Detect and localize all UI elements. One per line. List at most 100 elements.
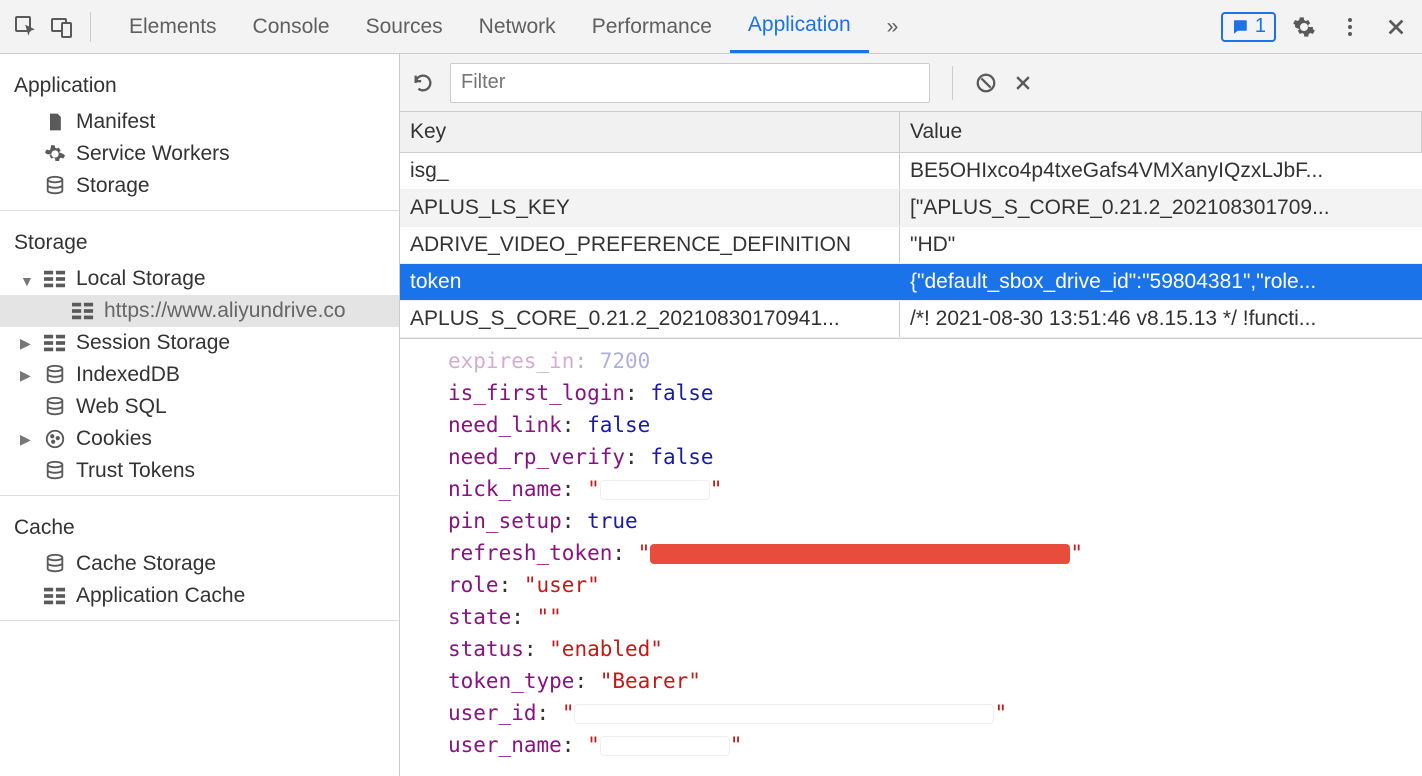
database-icon	[44, 460, 66, 482]
sidebar-item-label: Cookies	[76, 427, 152, 451]
expand-icon[interactable]: ▶	[20, 431, 34, 448]
sidebar-item[interactable]: Service Workers	[0, 138, 399, 170]
content: Key Value isg_BE5OHIxco4p4txeGafs4VMXany…	[400, 54, 1422, 776]
grid-icon	[44, 585, 66, 607]
cookie-icon	[44, 428, 66, 450]
cell-key: APLUS_S_CORE_0.21.2_2021083017094​1...	[400, 301, 900, 337]
cell-key: APLUS_LS_KEY	[400, 190, 900, 226]
value-detail: expires_in: 7200is_first_login: falsenee…	[400, 338, 1422, 776]
expand-icon[interactable]: ▶	[20, 335, 34, 352]
main: Application Manifest Service Workers Storag…	[0, 54, 1422, 776]
sidebar-item-label: Manifest	[76, 110, 155, 134]
database-icon	[44, 364, 66, 386]
clear-all-icon[interactable]	[975, 72, 997, 94]
storage-table: Key Value isg_BE5OHIxco4p4txeGafs4VMXany…	[400, 112, 1422, 338]
tab-elements[interactable]: Elements	[111, 0, 235, 53]
gear-icon	[44, 143, 66, 165]
tab-console[interactable]: Console	[235, 0, 348, 53]
cell-value: ["APLUS_S_CORE_0.21.2_202108301709...	[900, 190, 1422, 226]
topbar-right: 1	[1221, 9, 1414, 45]
cell-value: /*! 2021-08-30 13:51:46 v8.15.13 */ !fun…	[900, 301, 1422, 337]
sidebar-item-label: https://www.aliyundrive.co	[104, 299, 346, 323]
col-key[interactable]: Key	[400, 112, 900, 152]
database-icon	[44, 396, 66, 418]
detail-line: is_first_login: false	[448, 377, 1422, 409]
sidebar-item[interactable]: https://www.aliyundrive.co	[0, 295, 399, 327]
sidebar-group-title: Application	[0, 66, 399, 106]
kebab-icon[interactable]	[1332, 9, 1368, 45]
detail-line: need_link: false	[448, 409, 1422, 441]
grid-icon	[44, 268, 66, 290]
sidebar-group-title: Cache	[0, 508, 399, 548]
sidebar-item[interactable]: Application Cache	[0, 580, 399, 612]
sidebar-item[interactable]: ▶IndexedDB	[0, 359, 399, 391]
col-value[interactable]: Value	[900, 112, 1422, 152]
cell-key: token	[400, 264, 900, 300]
sidebar-item[interactable]: ▶ Session Storage	[0, 327, 399, 359]
device-toggle-icon[interactable]	[44, 9, 80, 45]
inspect-icon[interactable]	[8, 9, 44, 45]
grid-icon	[44, 332, 66, 354]
delete-icon[interactable]	[1013, 73, 1033, 93]
issues-badge[interactable]: 1	[1221, 12, 1276, 42]
table-row[interactable]: isg_BE5OHIxco4p4txeGafs4VMXanyIQzxLJbF..…	[400, 153, 1422, 190]
detail-line: state: ""	[448, 601, 1422, 633]
detail-line: role: "user"	[448, 569, 1422, 601]
expand-icon[interactable]: ▼	[20, 273, 34, 289]
separator	[952, 66, 953, 100]
detail-line: user_name: ""	[448, 729, 1422, 761]
sidebar-item[interactable]: Manifest	[0, 106, 399, 138]
sidebar-item[interactable]: ▶ Cookies	[0, 423, 399, 455]
storage-toolbar	[400, 54, 1422, 112]
cell-value: BE5OHIxco4p4txeGafs4VMXanyIQzxLJbF...	[900, 153, 1422, 189]
cell-value: "HD"	[900, 227, 1422, 263]
issues-count: 1	[1255, 15, 1266, 38]
detail-line: refresh_token: ""	[448, 537, 1422, 569]
settings-icon[interactable]	[1286, 9, 1322, 45]
cell-key: isg_	[400, 153, 900, 189]
database-icon	[44, 175, 66, 197]
tab-overflow[interactable]: »	[869, 0, 917, 53]
refresh-icon[interactable]	[412, 72, 434, 94]
detail-line: token_type: "Bearer"	[448, 665, 1422, 697]
expand-icon[interactable]: ▶	[20, 367, 34, 384]
sidebar-item[interactable]: ▼ Local Storage	[0, 263, 399, 295]
cell-key: ADRIVE_VIDEO_PREFERENCE_DEFINITION	[400, 227, 900, 263]
detail-line: nick_name: ""	[448, 473, 1422, 505]
tab-performance[interactable]: Performance	[574, 0, 730, 53]
sidebar-item-label: Web SQL	[76, 395, 167, 419]
sidebar-item[interactable]: Web SQL	[0, 391, 399, 423]
table-row[interactable]: ADRIVE_VIDEO_PREFERENCE_DEFINITION"HD"	[400, 227, 1422, 264]
table-row[interactable]: token{"default_sbox_drive_id":"59804381"…	[400, 264, 1422, 301]
tab-network[interactable]: Network	[461, 0, 574, 53]
close-icon[interactable]	[1378, 9, 1414, 45]
filter-input[interactable]	[450, 63, 930, 103]
sidebar-item-label: Service Workers	[76, 142, 230, 166]
document-icon	[44, 111, 66, 133]
sidebar-item-label: Cache Storage	[76, 552, 216, 576]
sidebar-item[interactable]: Trust Tokens	[0, 455, 399, 487]
sidebar-item-label: Storage	[76, 174, 150, 198]
table-row[interactable]: APLUS_S_CORE_0.21.2_2021083017094​1.../*…	[400, 301, 1422, 338]
devtools-tabs: Elements Console Sources Network Perform…	[111, 0, 1221, 53]
sidebar-item[interactable]: Cache Storage	[0, 548, 399, 580]
sidebar-item-label: Local Storage	[76, 267, 206, 291]
sidebar-item-label: Session Storage	[76, 331, 230, 355]
detail-line: expires_in: 7200	[448, 345, 1422, 377]
separator	[90, 12, 91, 42]
sidebar: Application Manifest Service Workers Storag…	[0, 54, 400, 776]
detail-line: pin_setup: true	[448, 505, 1422, 537]
database-icon	[44, 553, 66, 575]
tab-application[interactable]: Application	[730, 0, 869, 53]
grid-icon	[72, 300, 94, 322]
table-header: Key Value	[400, 112, 1422, 153]
detail-line: status: "enabled"	[448, 633, 1422, 665]
tab-sources[interactable]: Sources	[348, 0, 461, 53]
cell-value: {"default_sbox_drive_id":"59804381","rol…	[900, 264, 1422, 300]
table-row[interactable]: APLUS_LS_KEY["APLUS_S_CORE_0.21.2_202108…	[400, 190, 1422, 227]
sidebar-item-label: Trust Tokens	[76, 459, 195, 483]
table-body: isg_BE5OHIxco4p4txeGafs4VMXanyIQzxLJbF..…	[400, 153, 1422, 338]
devtools-topbar: Elements Console Sources Network Perform…	[0, 0, 1422, 54]
chat-icon	[1231, 18, 1249, 36]
sidebar-item[interactable]: Storage	[0, 170, 399, 202]
